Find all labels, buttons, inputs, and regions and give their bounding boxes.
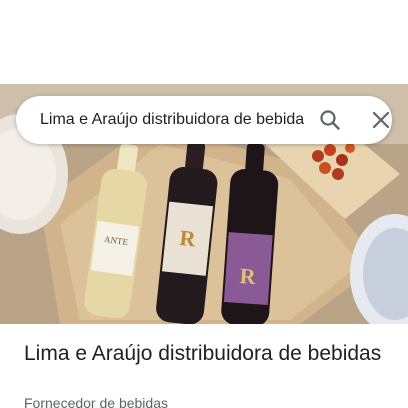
bottle-right-label: R [239,263,258,289]
search-input[interactable]: Lima e Araújo distribuidora de bebidas [40,96,304,144]
place-title: Lima e Araújo distribuidora de bebidas [24,342,382,365]
place-category: Fornecedor de bebidas [24,395,168,408]
search-bar[interactable]: Lima e Araújo distribuidora de bebidas [16,96,392,144]
close-icon[interactable] [369,108,393,132]
search-icon[interactable] [318,108,342,132]
top-blank-area [0,0,408,84]
